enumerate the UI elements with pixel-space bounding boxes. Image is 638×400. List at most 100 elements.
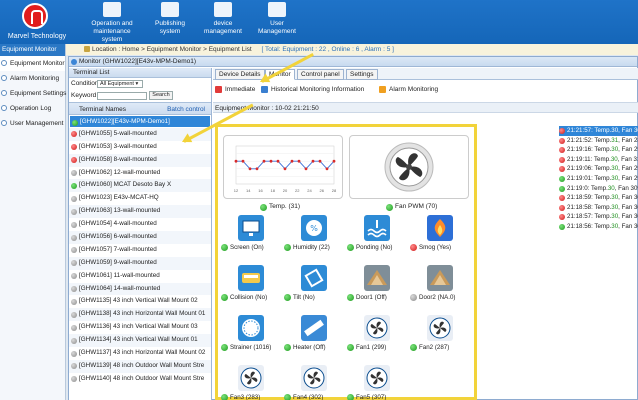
terminal-name: [GHW1138] 43 inch Horizontal Wall Mount … — [79, 310, 206, 318]
terminal-row[interactable]: [GHW1022][E43v-MPM-Demo1] — [69, 115, 211, 128]
terminal-row[interactable]: [GHW1137] 43 inch Horizontal Wall Mount … — [69, 347, 211, 360]
status-dot-icon — [559, 204, 565, 211]
sidebar-item-user-management[interactable]: User Management — [0, 116, 65, 131]
bullet-icon — [1, 75, 7, 81]
log-line[interactable]: 21:19:16: Temp.30, Fan 293, Humidity 22, — [559, 145, 638, 155]
sensor-fan[interactable]: Fan3 (283) — [221, 365, 283, 400]
status-dot-icon — [71, 131, 77, 138]
sensor-ponding[interactable]: Ponding (No) — [347, 215, 409, 263]
log-line[interactable]: 21:18:59: Temp.30, Fan 309, Humidity 21, — [559, 193, 638, 203]
sidebar-item-operation-log[interactable]: Operation Log — [0, 101, 65, 116]
sensor-fan[interactable]: Fan4 (302) — [284, 365, 346, 400]
keyword-input[interactable] — [97, 92, 147, 100]
nav-label: system — [101, 36, 123, 43]
log-temp: 30 — [607, 184, 615, 192]
tab-settings[interactable]: Settings — [346, 69, 378, 80]
status-dot-icon — [559, 214, 565, 221]
humidity-icon: % — [301, 215, 327, 241]
terminal-row[interactable]: [GHW1061] 11-wall-mounted — [69, 270, 211, 283]
log-line[interactable]: 21:21:52: Temp.31, Fan 286, Humidity 22, — [559, 136, 638, 146]
log-line[interactable]: 21:19:0: Temp.30, Fan 309, Humidity 21, — [559, 184, 638, 194]
nav-publishing[interactable]: Publishing system — [148, 0, 192, 44]
terminal-row[interactable]: [GHW1056] 6-wall-mounted — [69, 231, 211, 244]
breadcrumb-text: Location : Home > Equipment Monitor > Eq… — [92, 46, 252, 53]
temp-point — [311, 159, 315, 163]
nav-user-management[interactable]: User Management — [252, 0, 302, 44]
temp-value: Temp. (31) — [269, 203, 301, 210]
nav-operation-maintenance[interactable]: Operation and maintenance system — [80, 0, 144, 44]
log-line[interactable]: 21:19:06: Temp.30, Fan 294, Humidity 22, — [559, 164, 638, 174]
fan-pwm-card[interactable] — [349, 135, 469, 199]
nav-label: management — [204, 28, 242, 35]
terminal-row[interactable]: [GHW1059] 9-wall-mounted — [69, 256, 211, 270]
terminal-row[interactable]: [GHW1023] E43v-MCAT-HQ — [69, 192, 211, 205]
log-line[interactable]: 21:19:01: Temp.30, Fan 295, Humidity 22, — [559, 174, 638, 184]
brand-logo-icon — [22, 3, 48, 29]
log-lines: 21:21:57: Temp.30, Fan 307, Humidity2221… — [559, 126, 638, 232]
temp-point — [276, 159, 280, 163]
sensor-tilt[interactable]: Tilt (No) — [284, 265, 346, 313]
tab-control-panel[interactable]: Control panel — [297, 69, 344, 80]
search-button[interactable]: Search — [149, 91, 173, 100]
sidebar-item-equipment-monitor[interactable]: Equipment Monitor — [0, 56, 65, 71]
terminal-row[interactable]: [GHW1136] 43 inch Vertical Wall Mount 03 — [69, 321, 211, 334]
status-dot-icon — [347, 244, 354, 251]
sensor-fan[interactable]: Fan2 (287) — [410, 315, 472, 363]
sidebar-item-alarm-monitoring[interactable]: Alarm Monitoring — [0, 71, 65, 86]
sensor-fan[interactable]: Fan5 (307) — [347, 365, 409, 400]
terminal-row[interactable]: [GHW1058] 8-wall-mounted — [69, 153, 211, 167]
window-title-bar[interactable]: Monitor (GHW1022][E43v-MPM-Demo1) — [69, 57, 637, 67]
sensor-fan[interactable]: Fan1 (299) — [347, 315, 409, 363]
subtab-alarm-monitoring[interactable]: Alarm Monitoring — [379, 86, 438, 94]
log-line[interactable]: 21:19:11: Temp.30, Fan 310, Humidity 22, — [559, 155, 638, 165]
temp-point — [325, 167, 329, 171]
log-fan: , Fan 309, Humidity 21, — [618, 213, 638, 221]
window-title: Monitor (GHW1022][E43v-MPM-Demo1) — [79, 58, 197, 65]
sensor-screen[interactable]: Screen (On) — [221, 215, 283, 263]
sensor-heater[interactable]: Heater (Off) — [284, 315, 346, 363]
log-fan: , Fan 309, Humidity 21, — [614, 184, 638, 192]
sensor-door[interactable]: Door2 (NA.0) — [410, 265, 472, 313]
subtab-historical[interactable]: Historical Monitoring Information — [261, 86, 364, 94]
condition-select[interactable]: All Equipment ▾ — [97, 80, 143, 88]
terminal-row[interactable]: [GHW1139] 48 inch Outdoor Wall Mount Str… — [69, 359, 211, 373]
sensor-label: Tilt (No) — [284, 294, 346, 301]
terminal-row[interactable]: [GHW1063] 13-wall-mounted — [69, 205, 211, 219]
terminal-row[interactable]: [GHW1134] 43 inch Vertical Wall Mount 01 — [69, 334, 211, 348]
sensor-collision[interactable]: Collision (No) — [221, 265, 283, 313]
terminal-row[interactable]: [GHW1135] 43 inch Vertical Wall Mount 02 — [69, 295, 211, 308]
sensor-label: Screen (On) — [221, 244, 283, 251]
status-dot-icon — [71, 144, 77, 151]
terminal-row[interactable]: [GHW1140] 48 inch Outdoor Wall Mount Str… — [69, 373, 211, 386]
sidebar-item-equipment-settings[interactable]: Equipment Settings — [0, 86, 66, 101]
terminal-row[interactable]: [GHW1060] MCAT Desoto Bay X — [69, 179, 211, 193]
log-line[interactable]: 21:18:56: Temp.30, Fan 309, Humidity 21, — [559, 222, 638, 232]
log-line[interactable]: 21:21:57: Temp.30, Fan 307, Humidity22 — [559, 126, 638, 136]
sidebar-item-label: Operation Log — [10, 105, 52, 112]
nav-device-management[interactable]: device management — [198, 0, 248, 44]
temp-point — [248, 167, 252, 171]
log-fan: , Fan 293, Humidity 22, — [618, 146, 638, 154]
brand[interactable]: Marvel Technology — [0, 0, 70, 44]
sensor-label: Fan2 (287) — [410, 344, 472, 351]
status-dot-icon — [221, 244, 228, 251]
terminal-row[interactable]: [GHW1138] 43 inch Horizontal Wall Mount … — [69, 308, 211, 322]
monitor-window: Monitor (GHW1022][E43v-MPM-Demo1) Termin… — [68, 56, 638, 400]
terminal-row[interactable]: [GHW1064] 14-wall-mounted — [69, 282, 211, 296]
sensor-door[interactable]: Door1 (Off) — [347, 265, 409, 313]
sensor-strainer[interactable]: Strainer (1016) — [221, 315, 283, 363]
status-dot-icon — [71, 363, 77, 370]
terminal-row[interactable]: [GHW1057] 7-wall-mounted — [69, 244, 211, 257]
sensor-value: Humidity (22) — [293, 244, 330, 251]
terminal-row[interactable]: [GHW1054] 4-wall-mounted — [69, 218, 211, 231]
log-line[interactable]: 21:18:58: Temp.30, Fan 309, Humidity 21, — [559, 203, 638, 213]
log-line[interactable]: 21:18:57: Temp.30, Fan 309, Humidity 21, — [559, 212, 638, 222]
sensor-smog[interactable]: Smog (Yes) — [410, 215, 472, 263]
terminal-row[interactable]: [GHW1062] 12-wall-mounted — [69, 167, 211, 180]
temperature-chart-card[interactable]: 12 14 16 18 20 22 24 26 28 — [223, 135, 343, 199]
sensor-value: Fan4 (302) — [293, 394, 324, 400]
subtab-immediate[interactable]: Immediate — [215, 86, 255, 94]
status-dot-icon — [559, 156, 565, 163]
sensor-humidity[interactable]: % Humidity (22) — [284, 215, 346, 263]
terminal-list-title: Terminal List — [69, 68, 211, 78]
